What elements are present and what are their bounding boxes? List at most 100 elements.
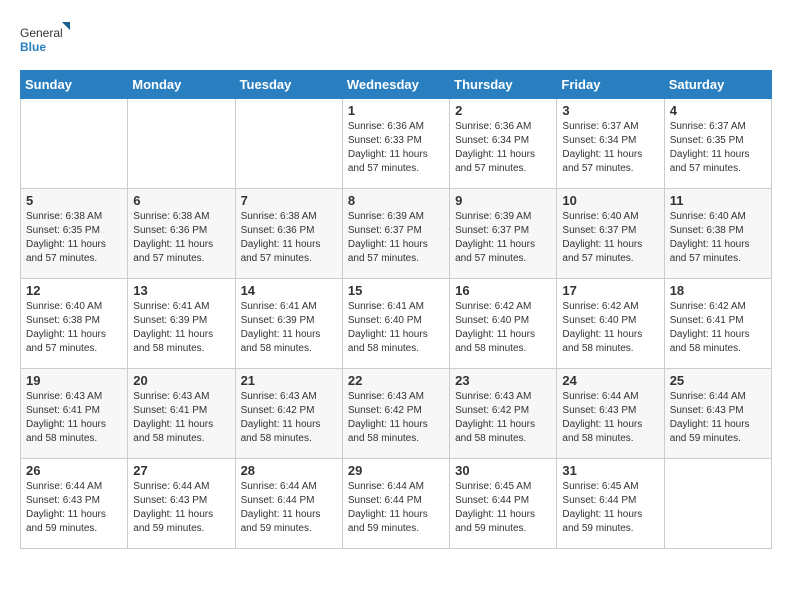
day-number: 17 (562, 283, 658, 298)
day-number: 23 (455, 373, 551, 388)
day-info: Sunrise: 6:39 AM Sunset: 6:37 PM Dayligh… (348, 210, 444, 266)
day-number: 6 (133, 193, 229, 208)
calendar-cell (128, 99, 235, 189)
calendar-week-1: 1 Sunrise: 6:36 AM Sunset: 6:33 PM Daylig… (21, 99, 772, 189)
day-number: 21 (241, 373, 337, 388)
day-number: 16 (455, 283, 551, 298)
day-number: 4 (670, 103, 766, 118)
day-info: Sunrise: 6:44 AM Sunset: 6:44 PM Dayligh… (348, 480, 444, 536)
weekday-header-tuesday: Tuesday (235, 71, 342, 99)
calendar-cell: 12 Sunrise: 6:40 AM Sunset: 6:38 PM Dayli… (21, 279, 128, 369)
day-number: 1 (348, 103, 444, 118)
calendar-week-4: 19Sunrise: 6:43 AM Sunset: 6:41 PM Dayli… (21, 369, 772, 459)
calendar-week-2: 5Sunrise: 6:38 AM Sunset: 6:35 PM Daylig… (21, 189, 772, 279)
day-info: Sunrise: 6:44 AM Sunset: 6:43 PM Dayligh… (26, 480, 122, 536)
calendar-cell: 31Sunrise: 6:45 AM Sunset: 6:44 PM Dayli… (557, 459, 664, 549)
day-info: Sunrise: 6:44 AM Sunset: 6:43 PM Dayligh… (133, 480, 229, 536)
calendar-cell: 3 Sunrise: 6:37 AM Sunset: 6:34 PM Daylig… (557, 99, 664, 189)
calendar-cell: 6 Sunrise: 6:38 AM Sunset: 6:36 PM Daylig… (128, 189, 235, 279)
calendar-cell: 25 Sunrise: 6:44 AM Sunset: 6:43 PM Dayli… (664, 369, 771, 459)
day-info: Sunrise: 6:44 AM Sunset: 6:43 PM Dayligh… (562, 390, 658, 446)
day-info: Sunrise: 6:41 AM Sunset: 6:39 PM Dayligh… (133, 300, 229, 356)
calendar-cell: 7Sunrise: 6:38 AM Sunset: 6:36 PM Daylig… (235, 189, 342, 279)
day-number: 14 (241, 283, 337, 298)
calendar-cell: 29 Sunrise: 6:44 AM Sunset: 6:44 PM Dayli… (342, 459, 449, 549)
day-info: Sunrise: 6:43 AM Sunset: 6:41 PM Dayligh… (133, 390, 229, 446)
calendar-cell: 1 Sunrise: 6:36 AM Sunset: 6:33 PM Daylig… (342, 99, 449, 189)
calendar-cell: 23 Sunrise: 6:43 AM Sunset: 6:42 PM Dayli… (450, 369, 557, 459)
calendar-table: SundayMondayTuesdayWednesdayThursdayFrid… (20, 70, 772, 549)
day-number: 12 (26, 283, 122, 298)
weekday-header-wednesday: Wednesday (342, 71, 449, 99)
day-info: Sunrise: 6:43 AM Sunset: 6:42 PM Dayligh… (348, 390, 444, 446)
day-info: Sunrise: 6:43 AM Sunset: 6:41 PM Dayligh… (26, 390, 122, 446)
calendar-cell (21, 99, 128, 189)
day-info: Sunrise: 6:38 AM Sunset: 6:36 PM Dayligh… (241, 210, 337, 266)
calendar-cell: 17 Sunrise: 6:42 AM Sunset: 6:40 PM Dayli… (557, 279, 664, 369)
svg-text:Blue: Blue (20, 40, 46, 54)
calendar-cell: 26 Sunrise: 6:44 AM Sunset: 6:43 PM Dayli… (21, 459, 128, 549)
day-number: 13 (133, 283, 229, 298)
calendar-cell (235, 99, 342, 189)
day-number: 24 (562, 373, 658, 388)
day-number: 5 (26, 193, 122, 208)
day-number: 9 (455, 193, 551, 208)
day-number: 28 (241, 463, 337, 478)
weekday-header-thursday: Thursday (450, 71, 557, 99)
calendar-cell: 22 Sunrise: 6:43 AM Sunset: 6:42 PM Dayli… (342, 369, 449, 459)
day-number: 15 (348, 283, 444, 298)
day-number: 26 (26, 463, 122, 478)
weekday-header-saturday: Saturday (664, 71, 771, 99)
calendar-cell: 2 Sunrise: 6:36 AM Sunset: 6:34 PM Daylig… (450, 99, 557, 189)
day-number: 22 (348, 373, 444, 388)
day-number: 2 (455, 103, 551, 118)
day-info: Sunrise: 6:44 AM Sunset: 6:44 PM Dayligh… (241, 480, 337, 536)
day-number: 31 (562, 463, 658, 478)
day-number: 8 (348, 193, 444, 208)
weekday-header-friday: Friday (557, 71, 664, 99)
day-info: Sunrise: 6:45 AM Sunset: 6:44 PM Dayligh… (455, 480, 551, 536)
calendar-cell: 15 Sunrise: 6:41 AM Sunset: 6:40 PM Dayli… (342, 279, 449, 369)
day-info: Sunrise: 6:43 AM Sunset: 6:42 PM Dayligh… (455, 390, 551, 446)
day-info: Sunrise: 6:41 AM Sunset: 6:40 PM Dayligh… (348, 300, 444, 356)
day-info: Sunrise: 6:42 AM Sunset: 6:40 PM Dayligh… (562, 300, 658, 356)
calendar-cell: 9 Sunrise: 6:39 AM Sunset: 6:37 PM Daylig… (450, 189, 557, 279)
calendar-cell: 10 Sunrise: 6:40 AM Sunset: 6:37 PM Dayli… (557, 189, 664, 279)
calendar-cell: 16 Sunrise: 6:42 AM Sunset: 6:40 PM Dayli… (450, 279, 557, 369)
day-info: Sunrise: 6:40 AM Sunset: 6:38 PM Dayligh… (26, 300, 122, 356)
calendar-week-5: 26 Sunrise: 6:44 AM Sunset: 6:43 PM Dayli… (21, 459, 772, 549)
weekday-header-monday: Monday (128, 71, 235, 99)
calendar-cell: 24 Sunrise: 6:44 AM Sunset: 6:43 PM Dayli… (557, 369, 664, 459)
svg-text:General: General (20, 26, 63, 40)
weekday-header-sunday: Sunday (21, 71, 128, 99)
calendar-cell: 27Sunrise: 6:44 AM Sunset: 6:43 PM Dayli… (128, 459, 235, 549)
day-number: 10 (562, 193, 658, 208)
calendar-cell: 8 Sunrise: 6:39 AM Sunset: 6:37 PM Daylig… (342, 189, 449, 279)
day-info: Sunrise: 6:42 AM Sunset: 6:40 PM Dayligh… (455, 300, 551, 356)
day-number: 20 (133, 373, 229, 388)
calendar-cell: 30Sunrise: 6:45 AM Sunset: 6:44 PM Dayli… (450, 459, 557, 549)
day-info: Sunrise: 6:37 AM Sunset: 6:35 PM Dayligh… (670, 120, 766, 176)
day-number: 18 (670, 283, 766, 298)
logo-svg: General Blue (20, 20, 70, 60)
weekday-header-row: SundayMondayTuesdayWednesdayThursdayFrid… (21, 71, 772, 99)
day-info: Sunrise: 6:44 AM Sunset: 6:43 PM Dayligh… (670, 390, 766, 446)
day-info: Sunrise: 6:40 AM Sunset: 6:37 PM Dayligh… (562, 210, 658, 266)
day-number: 29 (348, 463, 444, 478)
day-info: Sunrise: 6:37 AM Sunset: 6:34 PM Dayligh… (562, 120, 658, 176)
day-number: 25 (670, 373, 766, 388)
day-info: Sunrise: 6:36 AM Sunset: 6:34 PM Dayligh… (455, 120, 551, 176)
logo: General Blue (20, 20, 70, 60)
page-header: General Blue (20, 20, 772, 60)
day-info: Sunrise: 6:39 AM Sunset: 6:37 PM Dayligh… (455, 210, 551, 266)
calendar-cell: 5Sunrise: 6:38 AM Sunset: 6:35 PM Daylig… (21, 189, 128, 279)
day-number: 3 (562, 103, 658, 118)
calendar-cell: 13 Sunrise: 6:41 AM Sunset: 6:39 PM Dayli… (128, 279, 235, 369)
calendar-cell: 4 Sunrise: 6:37 AM Sunset: 6:35 PM Daylig… (664, 99, 771, 189)
day-info: Sunrise: 6:36 AM Sunset: 6:33 PM Dayligh… (348, 120, 444, 176)
day-info: Sunrise: 6:38 AM Sunset: 6:36 PM Dayligh… (133, 210, 229, 266)
day-info: Sunrise: 6:40 AM Sunset: 6:38 PM Dayligh… (670, 210, 766, 266)
calendar-cell: 18Sunrise: 6:42 AM Sunset: 6:41 PM Dayli… (664, 279, 771, 369)
calendar-cell: 14Sunrise: 6:41 AM Sunset: 6:39 PM Dayli… (235, 279, 342, 369)
calendar-cell: 28 Sunrise: 6:44 AM Sunset: 6:44 PM Dayli… (235, 459, 342, 549)
